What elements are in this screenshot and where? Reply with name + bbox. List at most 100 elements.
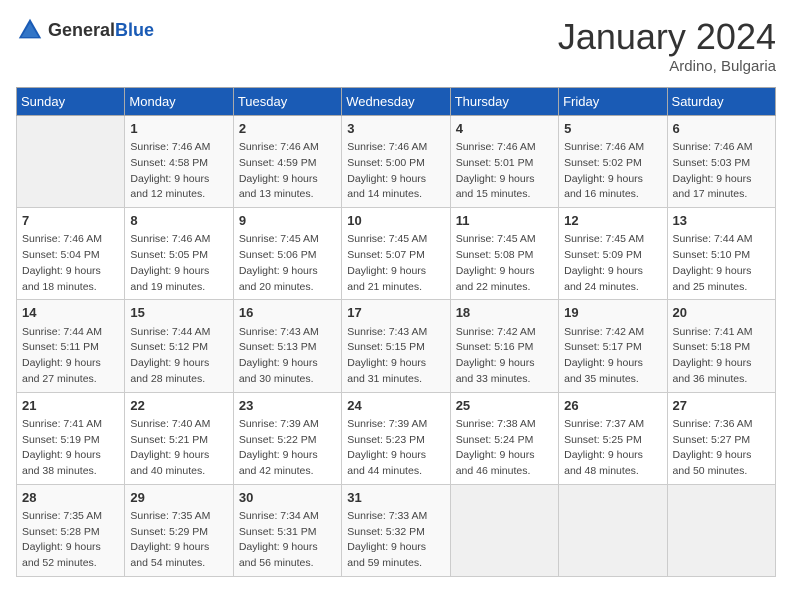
logo-text-general: General [48, 20, 115, 40]
day-info: Sunrise: 7:42 AM Sunset: 5:17 PM Dayligh… [564, 325, 661, 388]
calendar-cell: 5 Sunrise: 7:46 AM Sunset: 5:02 PM Daylig… [559, 116, 667, 208]
weekday-header-sunday: Sunday [17, 88, 125, 116]
day-number: 23 [239, 397, 336, 415]
day-number: 28 [22, 489, 119, 507]
calendar-cell: 30 Sunrise: 7:34 AM Sunset: 5:31 PM Dayli… [233, 484, 341, 576]
calendar-cell [450, 484, 558, 576]
page-header: GeneralBlue January 2024 Ardino, Bulgari… [16, 16, 776, 75]
calendar-cell: 24Sunrise: 7:39 AM Sunset: 5:23 PM Dayli… [342, 392, 450, 484]
day-info: Sunrise: 7:41 AM Sunset: 5:19 PM Dayligh… [22, 417, 119, 480]
calendar-cell: 4 Sunrise: 7:46 AM Sunset: 5:01 PM Daylig… [450, 116, 558, 208]
calendar-header: SundayMondayTuesdayWednesdayThursdayFrid… [17, 88, 776, 116]
week-row-4: 21 Sunrise: 7:41 AM Sunset: 5:19 PM Dayli… [17, 392, 776, 484]
calendar-table: SundayMondayTuesdayWednesdayThursdayFrid… [16, 87, 776, 577]
day-info: Sunrise: 7:42 AM Sunset: 5:16 PM Dayligh… [456, 325, 553, 388]
day-info: Sunrise: 7:46 AM Sunset: 5:04 PM Dayligh… [22, 232, 119, 295]
weekday-header-monday: Monday [125, 88, 233, 116]
day-info: Sunrise: 7:45 AM Sunset: 5:06 PM Dayligh… [239, 232, 336, 295]
day-number: 20 [673, 304, 770, 322]
day-info: Sunrise: 7:40 AM Sunset: 5:21 PM Dayligh… [130, 417, 227, 480]
calendar-cell [559, 484, 667, 576]
day-number: 21 [22, 397, 119, 415]
calendar-cell: 26Sunrise: 7:37 AM Sunset: 5:25 PM Dayli… [559, 392, 667, 484]
calendar-cell: 1 Sunrise: 7:46 AM Sunset: 4:58 PM Daylig… [125, 116, 233, 208]
day-info: Sunrise: 7:39 AM Sunset: 5:22 PM Dayligh… [239, 417, 336, 480]
day-number: 7 [22, 212, 119, 230]
day-number: 24 [347, 397, 444, 415]
day-number: 26 [564, 397, 661, 415]
day-number: 31 [347, 489, 444, 507]
calendar-cell: 10Sunrise: 7:45 AM Sunset: 5:07 PM Dayli… [342, 208, 450, 300]
day-info: Sunrise: 7:33 AM Sunset: 5:32 PM Dayligh… [347, 509, 444, 572]
day-number: 14 [22, 304, 119, 322]
weekday-header-wednesday: Wednesday [342, 88, 450, 116]
calendar-cell: 11 Sunrise: 7:45 AM Sunset: 5:08 PM Dayli… [450, 208, 558, 300]
month-title: January 2024 [558, 16, 776, 58]
day-info: Sunrise: 7:44 AM Sunset: 5:11 PM Dayligh… [22, 325, 119, 388]
calendar-cell [17, 116, 125, 208]
day-number: 11 [456, 212, 553, 230]
weekday-header-row: SundayMondayTuesdayWednesdayThursdayFrid… [17, 88, 776, 116]
day-number: 5 [564, 120, 661, 138]
day-info: Sunrise: 7:44 AM Sunset: 5:12 PM Dayligh… [130, 325, 227, 388]
day-info: Sunrise: 7:43 AM Sunset: 5:13 PM Dayligh… [239, 325, 336, 388]
calendar-cell: 14 Sunrise: 7:44 AM Sunset: 5:11 PM Dayli… [17, 300, 125, 392]
calendar-cell: 23 Sunrise: 7:39 AM Sunset: 5:22 PM Dayli… [233, 392, 341, 484]
day-info: Sunrise: 7:41 AM Sunset: 5:18 PM Dayligh… [673, 325, 770, 388]
calendar-cell: 27Sunrise: 7:36 AM Sunset: 5:27 PM Dayli… [667, 392, 775, 484]
calendar-cell: 8 Sunrise: 7:46 AM Sunset: 5:05 PM Daylig… [125, 208, 233, 300]
day-info: Sunrise: 7:46 AM Sunset: 5:01 PM Dayligh… [456, 140, 553, 203]
logo-text-blue: Blue [115, 20, 154, 40]
day-number: 2 [239, 120, 336, 138]
day-number: 25 [456, 397, 553, 415]
calendar-cell: 2 Sunrise: 7:46 AM Sunset: 4:59 PM Daylig… [233, 116, 341, 208]
day-info: Sunrise: 7:38 AM Sunset: 5:24 PM Dayligh… [456, 417, 553, 480]
day-info: Sunrise: 7:44 AM Sunset: 5:10 PM Dayligh… [673, 232, 770, 295]
day-info: Sunrise: 7:35 AM Sunset: 5:28 PM Dayligh… [22, 509, 119, 572]
day-info: Sunrise: 7:46 AM Sunset: 5:02 PM Dayligh… [564, 140, 661, 203]
title-section: January 2024 Ardino, Bulgaria [558, 16, 776, 75]
day-number: 1 [130, 120, 227, 138]
day-info: Sunrise: 7:36 AM Sunset: 5:27 PM Dayligh… [673, 417, 770, 480]
day-number: 29 [130, 489, 227, 507]
day-number: 17 [347, 304, 444, 322]
week-row-3: 14 Sunrise: 7:44 AM Sunset: 5:11 PM Dayli… [17, 300, 776, 392]
logo-icon [16, 16, 44, 44]
week-row-2: 7 Sunrise: 7:46 AM Sunset: 5:04 PM Daylig… [17, 208, 776, 300]
day-info: Sunrise: 7:46 AM Sunset: 4:59 PM Dayligh… [239, 140, 336, 203]
calendar-cell: 22 Sunrise: 7:40 AM Sunset: 5:21 PM Dayli… [125, 392, 233, 484]
calendar-cell: 16 Sunrise: 7:43 AM Sunset: 5:13 PM Dayli… [233, 300, 341, 392]
calendar-cell: 17Sunrise: 7:43 AM Sunset: 5:15 PM Dayli… [342, 300, 450, 392]
calendar-cell: 20 Sunrise: 7:41 AM Sunset: 5:18 PM Dayli… [667, 300, 775, 392]
day-number: 4 [456, 120, 553, 138]
calendar-cell: 12Sunrise: 7:45 AM Sunset: 5:09 PM Dayli… [559, 208, 667, 300]
day-info: Sunrise: 7:45 AM Sunset: 5:08 PM Dayligh… [456, 232, 553, 295]
calendar-cell: 19Sunrise: 7:42 AM Sunset: 5:17 PM Dayli… [559, 300, 667, 392]
day-info: Sunrise: 7:46 AM Sunset: 4:58 PM Dayligh… [130, 140, 227, 203]
calendar-cell: 25 Sunrise: 7:38 AM Sunset: 5:24 PM Dayli… [450, 392, 558, 484]
calendar-cell: 3Sunrise: 7:46 AM Sunset: 5:00 PM Daylig… [342, 116, 450, 208]
day-number: 6 [673, 120, 770, 138]
calendar-cell: 28 Sunrise: 7:35 AM Sunset: 5:28 PM Dayli… [17, 484, 125, 576]
calendar-cell: 6 Sunrise: 7:46 AM Sunset: 5:03 PM Daylig… [667, 116, 775, 208]
day-number: 13 [673, 212, 770, 230]
week-row-5: 28 Sunrise: 7:35 AM Sunset: 5:28 PM Dayli… [17, 484, 776, 576]
day-number: 30 [239, 489, 336, 507]
weekday-header-friday: Friday [559, 88, 667, 116]
day-number: 9 [239, 212, 336, 230]
location-subtitle: Ardino, Bulgaria [558, 58, 776, 75]
day-number: 16 [239, 304, 336, 322]
day-number: 22 [130, 397, 227, 415]
day-number: 18 [456, 304, 553, 322]
day-info: Sunrise: 7:45 AM Sunset: 5:09 PM Dayligh… [564, 232, 661, 295]
weekday-header-tuesday: Tuesday [233, 88, 341, 116]
day-info: Sunrise: 7:35 AM Sunset: 5:29 PM Dayligh… [130, 509, 227, 572]
day-number: 8 [130, 212, 227, 230]
day-info: Sunrise: 7:46 AM Sunset: 5:03 PM Dayligh… [673, 140, 770, 203]
day-number: 15 [130, 304, 227, 322]
day-info: Sunrise: 7:46 AM Sunset: 5:05 PM Dayligh… [130, 232, 227, 295]
weekday-header-thursday: Thursday [450, 88, 558, 116]
week-row-1: 1 Sunrise: 7:46 AM Sunset: 4:58 PM Daylig… [17, 116, 776, 208]
day-info: Sunrise: 7:34 AM Sunset: 5:31 PM Dayligh… [239, 509, 336, 572]
calendar-cell: 31 Sunrise: 7:33 AM Sunset: 5:32 PM Dayli… [342, 484, 450, 576]
